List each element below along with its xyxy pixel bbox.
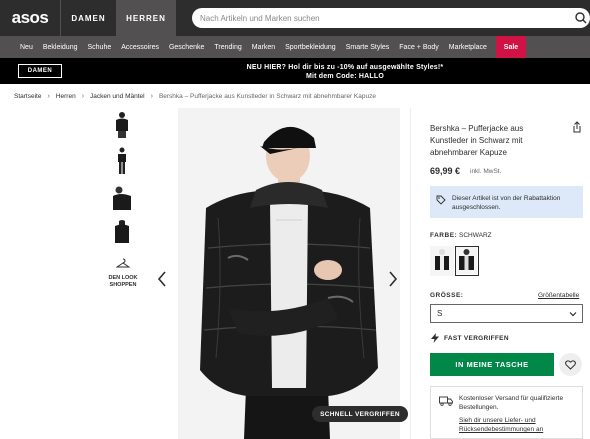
product-title: Bershka – Pufferjacke aus Kunstleder in … <box>430 124 524 157</box>
color-key: FARBE: <box>430 232 458 239</box>
arrow-right-icon[interactable] <box>387 270 399 288</box>
tag-icon <box>436 195 446 205</box>
shipping-text: Kostenloser Versand für qualifizierte Be… <box>459 395 564 411</box>
nav-item-face-body[interactable]: Face + Body <box>394 36 444 58</box>
column-divider <box>410 108 411 439</box>
shipping-policy-link[interactable]: Sieh dir unsere Liefer- und Rücksendebes… <box>459 416 576 434</box>
save-for-later-button[interactable] <box>559 353 582 376</box>
truck-icon <box>439 396 453 406</box>
selling-fast-label: FAST VERGRIFFEN <box>444 334 509 342</box>
thumbnail-3[interactable] <box>106 182 138 212</box>
nav-item-schuhe[interactable]: Schuhe <box>82 36 116 58</box>
vat-note: inkl. MwSt. <box>470 168 502 175</box>
shipping-info-box: Kostenloser Versand für qualifizierte Be… <box>430 386 583 439</box>
hanger-icon <box>115 258 131 268</box>
tab-herren[interactable]: HERREN <box>116 0 176 36</box>
search-input[interactable] <box>200 13 560 23</box>
shop-the-look-label: DEN LOOK SHOPPEN <box>108 275 138 288</box>
thumbnail-1[interactable] <box>106 110 138 140</box>
asos-logo[interactable]: asos <box>0 0 60 36</box>
breadcrumb: Startseite › Herren › Jacken und Mäntel … <box>14 93 376 100</box>
nav-item-accessoires[interactable]: Accessoires <box>116 36 164 58</box>
discount-info-text: Dieser Artikel ist von der Rabattaktion … <box>452 195 561 211</box>
color-swatch-2[interactable] <box>455 246 479 276</box>
nav-item-sale[interactable]: Sale <box>496 36 526 58</box>
chevron-right-icon: › <box>150 93 153 100</box>
color-value: SCHWARZ <box>459 232 492 239</box>
size-guide-link[interactable]: Größentabelle <box>538 292 579 299</box>
nav-item-marken[interactable]: Marken <box>247 36 280 58</box>
thumbnail-4[interactable] <box>106 218 138 248</box>
promo-line-2: Mit dem Code: HALLO <box>305 73 385 80</box>
breadcrumb-herren[interactable]: Herren <box>56 93 76 100</box>
promo-damen-button[interactable]: DAMEN <box>18 64 62 78</box>
breadcrumb-startseite[interactable]: Startseite <box>14 93 41 100</box>
nav-item-neu[interactable]: Neu <box>0 36 38 58</box>
size-label: GRÖSSE: <box>430 292 464 299</box>
thumbnail-list <box>106 110 138 254</box>
nav-item-sportbekleidung[interactable]: Sportbekleidung <box>280 36 341 58</box>
chevron-right-icon: › <box>47 93 50 100</box>
product-main-image[interactable] <box>178 108 400 439</box>
promo-banner[interactable]: DAMEN NEU HIER? Hol dir bis zu -10% auf … <box>0 58 590 84</box>
share-icon[interactable] <box>571 121 583 133</box>
color-swatch-1[interactable] <box>430 246 454 276</box>
chevron-right-icon: › <box>81 93 85 100</box>
size-selected-value: S <box>437 309 443 318</box>
breadcrumb-jacken[interactable]: Jacken und Mäntel <box>90 93 145 100</box>
promo-line-1: NEU HIER? Hol dir bis zu -10% auf ausgew… <box>246 64 444 71</box>
discount-info-box: Dieser Artikel ist von der Rabattaktion … <box>430 186 583 218</box>
nav-item-smarte-styles[interactable]: Smarte Styles <box>341 36 395 58</box>
search-icon[interactable] <box>574 11 588 25</box>
selling-fast-notice: FAST VERGRIFFEN <box>430 333 509 343</box>
search-bar[interactable] <box>192 8 590 28</box>
nav-item-trending[interactable]: Trending <box>209 36 246 58</box>
heart-icon <box>565 359 576 370</box>
nav-item-geschenke[interactable]: Geschenke <box>164 36 209 58</box>
nav-item-bekleidung[interactable]: Bekleidung <box>38 36 83 58</box>
color-label: FARBE: SCHWARZ <box>430 232 492 239</box>
nav-item-marketplace[interactable]: Marketplace <box>444 36 492 58</box>
product-price: 69,99 € <box>430 166 461 176</box>
thumbnail-2[interactable] <box>106 146 138 176</box>
tab-damen[interactable]: DAMEN <box>60 0 116 36</box>
quick-view-badge: SCHNELL VERGRIFFEN <box>312 406 408 422</box>
lightning-icon <box>431 333 439 343</box>
promo-text: NEU HIER? Hol dir bis zu -10% auf ausgew… <box>200 63 490 81</box>
size-select[interactable]: S <box>430 304 583 323</box>
shop-the-look[interactable]: DEN LOOK SHOPPEN <box>104 255 142 289</box>
model-photo <box>178 108 400 439</box>
chevron-down-icon <box>569 312 577 317</box>
add-to-bag-button[interactable]: IN MEINE TASCHE <box>430 353 554 376</box>
breadcrumb-current: Bershka – Pufferjacke aus Kunstleder in … <box>158 93 376 100</box>
arrow-left-icon[interactable] <box>156 270 168 288</box>
